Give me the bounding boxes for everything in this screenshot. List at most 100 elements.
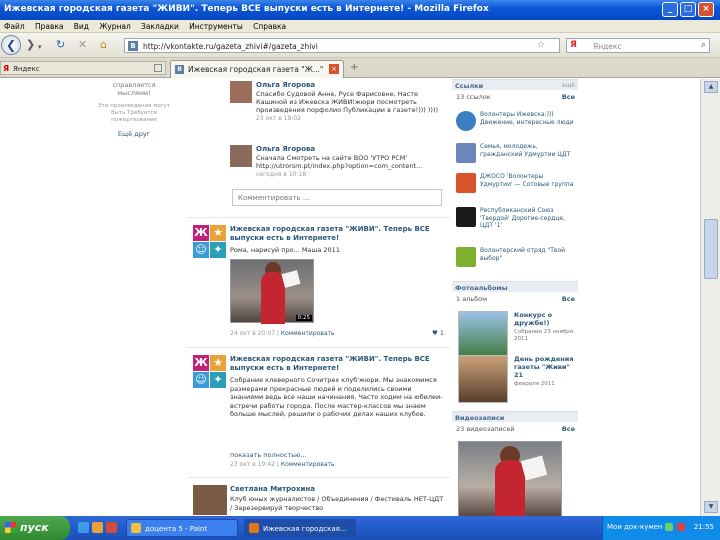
comment-author[interactable]: Ольга Ягорова (256, 81, 315, 89)
taskbar-button-firefox[interactable]: Ижевская городская... (244, 519, 356, 537)
post-title[interactable]: Ижевская городская газета "ЖИВИ". Теперь… (230, 225, 440, 243)
comment-input[interactable]: Комментировать ... (232, 189, 442, 206)
close-window-button[interactable]: × (698, 2, 714, 17)
forward-icon[interactable]: ❯ (26, 39, 35, 51)
stop-icon[interactable]: ✕ (78, 39, 87, 51)
group-avatar[interactable]: Ж ★ ☺ ✦ (193, 225, 227, 259)
menu-bar: Файл Правка Вид Журнал Закладки Инструме… (0, 20, 720, 33)
network-icon[interactable] (665, 523, 673, 531)
link-item[interactable]: Волонтерский отряд "Твой выбор" (456, 247, 578, 273)
videos-title[interactable]: Видеозаписи (455, 414, 504, 422)
url-bar[interactable]: B http://vkontakte.ru/gazeta_zhivi#/gaze… (124, 38, 560, 53)
search-bar[interactable]: Я Яндекс ⌕ (566, 38, 710, 53)
link-name[interactable]: Республиканский Союз 'Твердой' Дорогие-с… (480, 207, 576, 230)
scroll-down-icon[interactable]: ▼ (704, 501, 718, 513)
album-item[interactable]: Конкурс о дружбе!) Собрание 23 ноября. 2… (458, 311, 578, 361)
video-thumbnail[interactable] (458, 441, 562, 516)
bookmark-star-icon[interactable]: ☆ (537, 40, 545, 50)
menu-help[interactable]: Справка (249, 20, 290, 31)
menu-history[interactable]: Журнал (95, 20, 135, 31)
videos-all-link[interactable]: Все (562, 425, 575, 433)
albums-all-link[interactable]: Все (562, 295, 575, 303)
post-video-thumbnail[interactable]: 0:25 (230, 259, 314, 324)
link-name[interactable]: Волонтеры Ижевска:))) Движение, интересн… (480, 111, 576, 126)
back-button[interactable]: ❮ (1, 35, 21, 55)
album-date: февраля 2011 (514, 381, 555, 387)
tray-text[interactable]: Мои док-кумен (607, 523, 663, 531)
post-author[interactable]: Светлана Митрохина (230, 485, 440, 494)
album-name[interactable]: День рождения газеты "Живи" 21 (514, 355, 578, 379)
yandex-bookmark-icon: Я (3, 64, 10, 73)
links-more[interactable]: ещё (562, 82, 575, 89)
link-item[interactable]: Республиканский Союз 'Твердой' Дорогие-с… (456, 207, 578, 233)
link-item[interactable]: ДЖОСО 'Волонтеры Удмуртии' — Сотовые гру… (456, 173, 578, 199)
quicklaunch-opera-icon[interactable] (106, 522, 117, 533)
avatar[interactable] (193, 485, 227, 515)
maximize-button[interactable]: □ (680, 2, 696, 17)
link-item[interactable]: Семья, молодежь, гражданский Удмуртии ЦД… (456, 143, 578, 169)
avatar[interactable] (230, 145, 252, 167)
album-date: Собрание 23 ноября. 2011 (514, 329, 575, 342)
yandex-logo-icon[interactable]: Я (570, 40, 577, 50)
menu-file[interactable]: Файл (0, 20, 29, 31)
taskbar-label: доцента 5 - Paint (145, 525, 208, 533)
menu-tools[interactable]: Инструменты (185, 20, 247, 31)
new-tab-icon[interactable]: + (350, 62, 358, 73)
tab-favicon: B (175, 65, 184, 74)
bookmark-yandex[interactable]: Я Яндекс (0, 61, 166, 75)
link-item[interactable]: Волонтеры Ижевска:))) Движение, интересн… (456, 111, 578, 137)
like-button[interactable]: ♥ 1 (432, 329, 444, 337)
start-label: пуск (20, 521, 49, 534)
start-button[interactable]: пуск (0, 516, 70, 540)
album-photo[interactable] (458, 355, 508, 403)
window-title: Ижевская городская газета "ЖИВИ". Теперь… (4, 4, 489, 14)
reload-icon[interactable]: ↻ (56, 39, 65, 51)
menu-edit[interactable]: Правка (31, 20, 68, 31)
minimize-button[interactable]: _ (662, 2, 678, 17)
comment-link[interactable]: Комментировать (281, 461, 335, 468)
thumbnail-figure (495, 460, 525, 516)
tab-active[interactable]: B Ижевская городская газета "Ж..." × (170, 60, 344, 78)
comment-author[interactable]: Ольга Ягорова (256, 145, 315, 153)
post-time: 23 окт в 19:42 (230, 461, 275, 468)
album-item[interactable]: День рождения газеты "Живи" 21 февраля 2… (458, 355, 578, 405)
group-icon (456, 207, 476, 227)
albums-title[interactable]: Фотоальбомы (455, 284, 508, 292)
home-icon[interactable]: ⌂ (100, 39, 107, 51)
left-line2: мыслями! (117, 89, 151, 97)
search-icon[interactable]: ⌕ (701, 40, 706, 50)
quicklaunch-ie-icon[interactable] (78, 522, 89, 533)
group-avatar[interactable]: Ж ★ ☺ ✦ (193, 355, 227, 389)
link-name[interactable]: Семья, молодежь, гражданский Удмуртии ЦД… (480, 143, 576, 158)
avatar[interactable] (230, 81, 252, 103)
page-content: справляется мыслями! Эти произведения мо… (0, 79, 700, 516)
link-name[interactable]: Волонтерский отряд "Твой выбор" (480, 247, 576, 262)
divider (188, 217, 450, 218)
post-time: 24 окт в 20:07 (230, 330, 275, 337)
post-title[interactable]: Ижевская городская газета "ЖИВИ". Теперь… (230, 355, 440, 373)
search-placeholder[interactable]: Яндекс (593, 42, 622, 51)
left-small-text: Эти произведения могут быть Требуется по… (97, 103, 171, 123)
links-title[interactable]: Ссылки (455, 82, 483, 90)
album-name[interactable]: Конкурс о дружбе!) (514, 311, 578, 327)
firefox-icon (249, 523, 259, 533)
album-photo[interactable] (458, 311, 508, 359)
quicklaunch-firefox-icon[interactable] (92, 522, 103, 533)
clock[interactable]: 21:55 (694, 523, 714, 531)
comment-link[interactable]: Комментировать (281, 330, 335, 337)
antivirus-icon[interactable] (677, 523, 685, 531)
taskbar-button-paint[interactable]: доцента 5 - Paint (126, 519, 238, 537)
show-more-link[interactable]: показать полностью... (230, 451, 444, 460)
menu-bookmarks[interactable]: Закладки (137, 20, 183, 31)
left-link[interactable]: Ещё друг (92, 130, 176, 138)
menu-view[interactable]: Вид (70, 20, 93, 31)
url-text[interactable]: http://vkontakte.ru/gazeta_zhivi#/gazeta… (143, 42, 318, 51)
scroll-up-icon[interactable]: ▲ (704, 81, 718, 93)
tab-close-icon[interactable]: × (329, 64, 339, 74)
vertical-scrollbar[interactable]: ▲ ▼ (700, 79, 720, 516)
link-name[interactable]: ДЖОСО 'Волонтеры Удмуртии' — Сотовые гру… (480, 173, 576, 188)
bookmark-toggle-icon[interactable] (154, 64, 162, 72)
scroll-thumb[interactable] (704, 219, 718, 279)
history-dropdown-icon[interactable]: ▾ (38, 41, 42, 53)
links-all-link[interactable]: Все (562, 93, 575, 101)
